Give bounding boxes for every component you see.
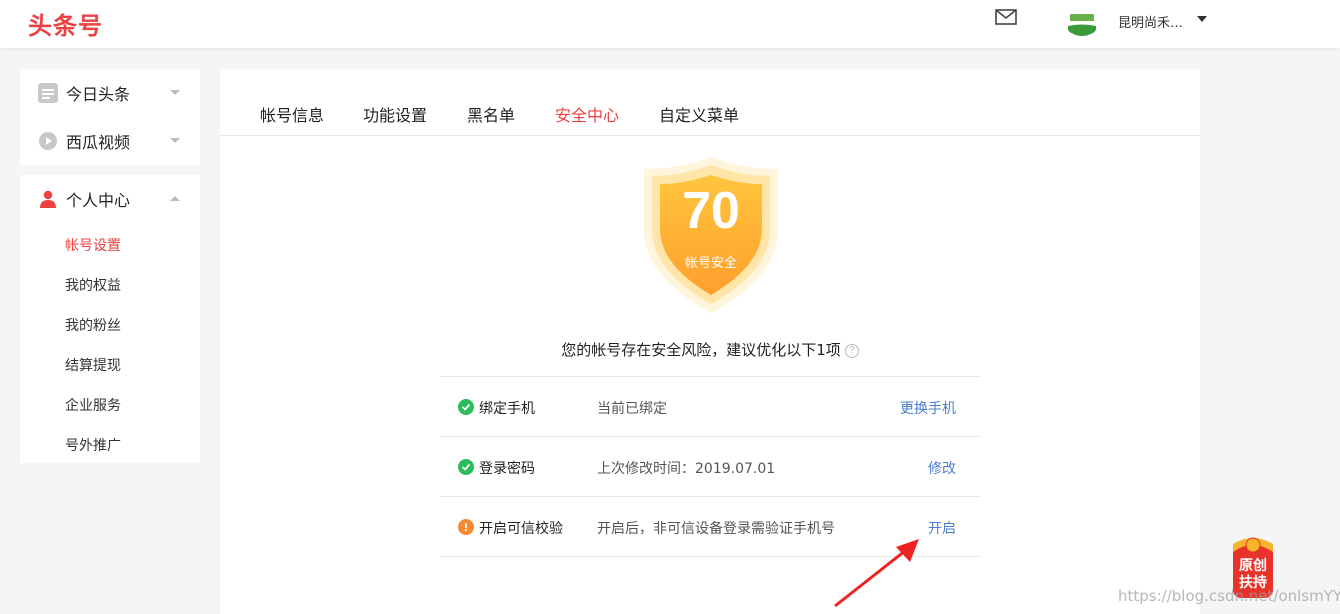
sidebar-subitem-fans[interactable]: 我的粉丝	[65, 315, 121, 335]
toutiao-icon	[38, 83, 58, 103]
security-item-name: 绑定手机	[479, 401, 535, 417]
tab-account-info[interactable]: 帐号信息	[260, 102, 324, 126]
avatar[interactable]	[1067, 9, 1097, 39]
check-circle-icon	[458, 459, 474, 475]
tab-feature-settings[interactable]: 功能设置	[363, 102, 427, 126]
sidebar-item-label: 个人中心	[66, 191, 131, 210]
username[interactable]: 昆明尚禾…	[1118, 12, 1183, 31]
security-row-password: 登录密码 上次修改时间：2019.07.01 修改	[440, 437, 980, 497]
tab-blacklist[interactable]: 黑名单	[467, 102, 515, 126]
security-item-desc: 上次修改时间：2019.07.01	[597, 461, 776, 477]
tab-security-center[interactable]: 安全中心	[555, 102, 619, 126]
check-circle-icon	[458, 399, 474, 415]
sidebar-item-label: 今日头条	[66, 85, 131, 104]
sidebar-subitem-account-settings[interactable]: 帐号设置	[65, 235, 121, 255]
person-icon	[38, 189, 58, 209]
sidebar-item-personal-center[interactable]: 个人中心	[20, 175, 200, 223]
chevron-up-icon	[170, 196, 180, 201]
play-icon	[38, 131, 58, 151]
main-panel: 帐号信息 功能设置 黑名单 安全中心 自定义菜单 70 帐号安全 您的帐号存在安…	[220, 69, 1200, 614]
change-password-link[interactable]: 修改	[928, 458, 956, 478]
chevron-down-icon[interactable]	[1197, 16, 1207, 22]
sidebar-card-platforms: 今日头条 西瓜视频	[20, 69, 200, 165]
red-arrow-annotation	[834, 539, 919, 608]
security-warning-text: 您的帐号存在安全风险，建议优化以下1项	[561, 341, 841, 359]
enable-trusted-check-link[interactable]: 开启	[928, 518, 956, 538]
sidebar-subitem-withdraw[interactable]: 结算提现	[65, 355, 121, 375]
sidebar-subitem-promotion[interactable]: 号外推广	[65, 435, 121, 455]
sidebar-item-xigua[interactable]: 西瓜视频	[20, 117, 200, 165]
change-phone-link[interactable]: 更换手机	[900, 398, 956, 418]
chevron-down-icon	[170, 138, 180, 143]
tab-bar: 帐号信息 功能设置 黑名单 安全中心 自定义菜单	[220, 69, 1200, 136]
security-row-phone: 绑定手机 当前已绑定 更换手机	[440, 377, 980, 437]
security-list: 绑定手机 当前已绑定 更换手机 登录密码 上次修改时间：2019.07.01 修…	[440, 376, 980, 557]
help-icon[interactable]: ?	[844, 343, 859, 358]
security-item-desc: 当前已绑定	[597, 401, 667, 417]
chevron-down-icon	[170, 90, 180, 95]
sidebar-item-label: 西瓜视频	[66, 133, 131, 152]
security-item-desc: 开启后，非可信设备登录需验证手机号	[597, 521, 835, 537]
top-bar: 头条号 昆明尚禾…	[0, 0, 1340, 48]
sidebar-item-toutiao[interactable]: 今日头条	[20, 69, 200, 117]
sidebar-card-personal: 个人中心 帐号设置 我的权益 我的粉丝 结算提现 企业服务 号外推广	[20, 175, 200, 463]
security-warning: 您的帐号存在安全风险，建议优化以下1项?	[220, 339, 1200, 360]
security-score-label: 帐号安全	[684, 256, 737, 271]
sidebar-subitem-benefits[interactable]: 我的权益	[65, 275, 121, 295]
security-score: 70	[682, 182, 740, 240]
logo[interactable]: 头条号	[28, 6, 103, 41]
watermark: https://blog.csdn.net/onlsmYY	[1118, 587, 1340, 605]
badge-line1: 原创	[1239, 558, 1267, 574]
mail-icon[interactable]	[995, 9, 1017, 25]
warning-circle-icon	[458, 519, 474, 535]
security-item-name: 登录密码	[479, 461, 535, 477]
tab-custom-menu[interactable]: 自定义菜单	[659, 102, 739, 126]
sidebar-subitem-enterprise[interactable]: 企业服务	[65, 395, 121, 415]
security-item-name: 开启可信校验	[479, 521, 563, 537]
